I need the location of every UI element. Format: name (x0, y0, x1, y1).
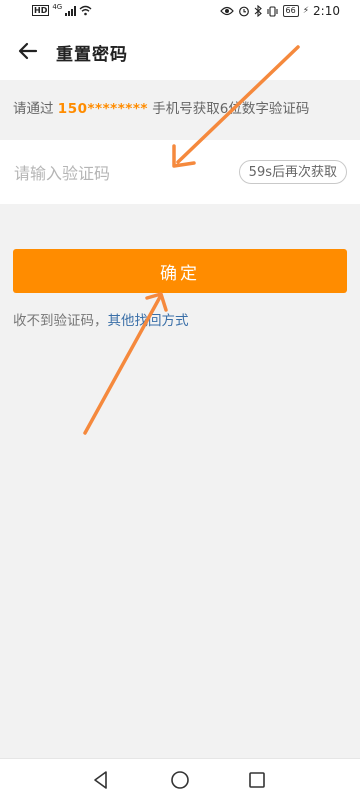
battery-icon: 66 (282, 5, 299, 17)
hd-badge: HD (32, 5, 50, 16)
verification-code-input[interactable] (12, 158, 206, 188)
other-recovery-link[interactable]: 其他找回方式 (108, 313, 189, 329)
resend-code-button[interactable]: 59s后再次获取 (238, 160, 347, 184)
masked-phone-number: 150******** (57, 101, 148, 117)
status-bar: HD 4G 66 ⚡ 2:10 (0, 0, 360, 26)
bluetooth-icon (254, 5, 262, 17)
help-label: 收不到验证码， (13, 313, 108, 329)
confirm-button[interactable]: 确定 (13, 249, 347, 293)
wifi-icon (79, 5, 92, 16)
status-right: 66 ⚡ 2:10 (219, 4, 340, 18)
network-type: 4G (52, 2, 63, 11)
clock: 2:10 (313, 4, 340, 18)
signal-icon (65, 5, 77, 16)
vibrate-icon (266, 5, 278, 17)
code-input-row: 59s后再次获取 (0, 140, 360, 204)
hint-suffix: 手机号获取6位数字验证码 (147, 101, 310, 117)
help-text: 收不到验证码，其他找回方式 (13, 309, 189, 329)
page-title: 重置密码 (56, 45, 128, 65)
alarm-icon (238, 6, 249, 17)
status-left: HD 4G (32, 2, 92, 16)
app-header: 重置密码 (0, 26, 360, 80)
circle-home-icon[interactable] (169, 769, 191, 791)
hint-prefix: 请通过 (13, 101, 58, 117)
triangle-back-icon[interactable] (90, 769, 112, 791)
square-recent-icon[interactable] (246, 769, 268, 791)
system-nav-bar (0, 758, 360, 801)
annotation-arrow-bottom-head (145, 292, 168, 312)
charging-icon: ⚡ (302, 6, 310, 16)
verification-hint: 请通过 150******** 手机号获取6位数字验证码 (0, 84, 360, 134)
eye-icon (219, 6, 234, 16)
arrow-left-icon[interactable] (16, 39, 40, 63)
